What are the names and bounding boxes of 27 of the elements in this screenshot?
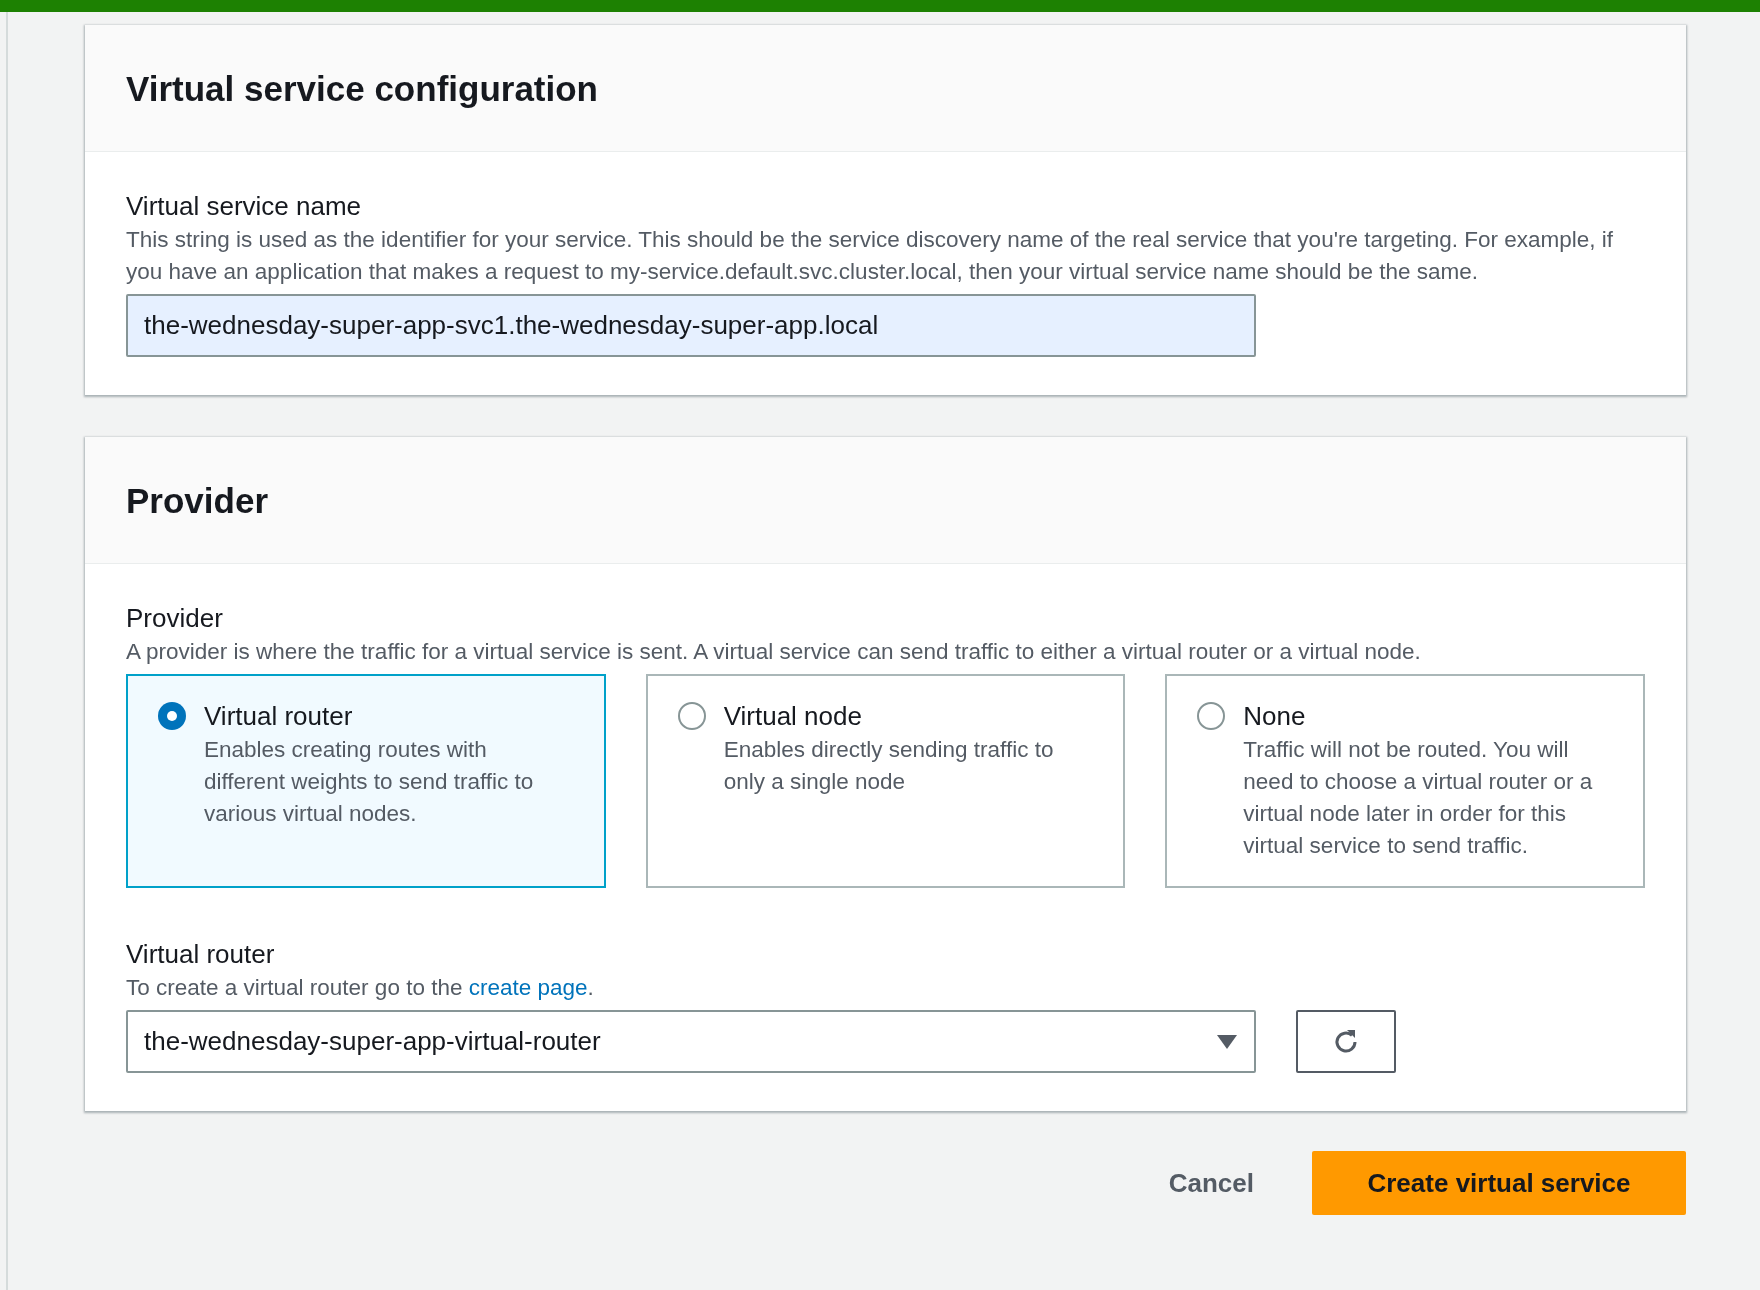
option-description: Enables directly sending traffic to only a single node xyxy=(723,736,1055,796)
section-title: Provider xyxy=(126,480,269,522)
field-description: A provider is where the traffic for a virtual service is sent. A virtual service can send traffic to either a virtual router or a virtual node. xyxy=(126,638,1422,666)
field-description: This string is used as the identifier for your service. This should be the service discovery name of the real service that you're targeting. For example, if you have an application that makes a request to my-service.default.svc.cluster.local, then your virtual service name should be the same. xyxy=(126,226,1615,286)
select-field[interactable]: the-wednesday-super-app-virtual-router xyxy=(126,1010,1256,1073)
section-title: Virtual service configuration xyxy=(126,68,599,110)
create-button[interactable]: Create virtual service xyxy=(1312,1151,1686,1215)
radio-tile[interactable]: Virtual node Enables directly sending traffic to only a single node xyxy=(645,674,1126,888)
radio-button[interactable] xyxy=(158,702,186,730)
caret-icon xyxy=(1216,1033,1238,1050)
input-field[interactable]: the-wednesday-super-app-svc1.the-wednesday-super-app.local xyxy=(126,294,1256,357)
field-label: Virtual service name xyxy=(126,190,363,223)
option-label: None xyxy=(1243,700,1307,733)
refresh-button[interactable] xyxy=(1296,1010,1396,1073)
create-page-link[interactable]: create page xyxy=(468,975,588,1000)
radio-button[interactable] xyxy=(677,702,706,730)
option-label: Virtual node xyxy=(723,700,863,733)
field-label: Virtual router xyxy=(126,938,276,971)
radio-button[interactable] xyxy=(1197,702,1226,730)
radio-tile[interactable]: None Traffic will not be routed. You will need to choose a virtual router or a virtual node later in order for this virtual service to send traffic. xyxy=(1165,674,1645,888)
option-description: Traffic will not be routed. You will need to choose a virtual router or a virtual node later in order for this virtual service to send traffic. xyxy=(1243,736,1594,860)
option-description: Enables creating routes with different weights to send traffic to various virtual nodes. xyxy=(204,736,535,828)
field-label: Provider xyxy=(126,602,224,635)
field-description: To create a virtual router go to the create page. xyxy=(126,974,595,1002)
option-label: Virtual router xyxy=(204,700,354,733)
cancel-button[interactable]: Cancel xyxy=(1160,1153,1262,1213)
radio-tile[interactable]: Virtual router Enables creating routes with different weights to send traffic to various virtual nodes. xyxy=(126,674,606,888)
